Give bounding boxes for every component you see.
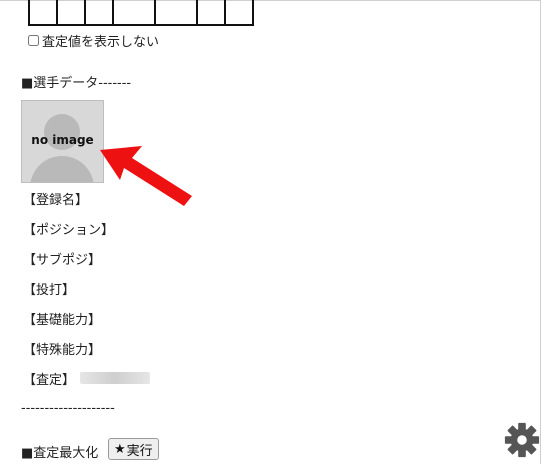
field-special-ability: 【特殊能力】 — [23, 343, 102, 358]
execute-button-label: 実行 — [126, 443, 153, 459]
gear-icon[interactable] — [503, 420, 541, 460]
player-photo: no image — [21, 100, 104, 183]
field-position: 【ポジション】 — [23, 223, 115, 238]
table-cell — [84, 0, 114, 26]
rating-value-blurred — [80, 372, 150, 384]
table-cell — [196, 0, 226, 26]
hide-rating-checkbox[interactable] — [28, 35, 39, 46]
table-cell — [154, 0, 198, 26]
stats-table — [28, 0, 254, 26]
field-basic-ability: 【基礎能力】 — [23, 313, 102, 328]
maximize-rating-label: ■査定最大化 — [21, 446, 99, 461]
section-divider: -------------------- — [21, 401, 115, 416]
hide-rating-option[interactable]: 査定値を表示しない — [28, 31, 159, 50]
hide-rating-label: 査定値を表示しない — [42, 35, 160, 50]
table-cell — [224, 0, 254, 26]
field-throw-bat: 【投打】 — [23, 283, 76, 298]
red-arrow-icon — [100, 146, 192, 206]
no-image-text: no image — [31, 133, 94, 147]
star-icon: ★ — [114, 441, 126, 457]
table-cell — [28, 0, 58, 26]
field-registered-name: 【登録名】 — [23, 193, 89, 208]
table-cell — [112, 0, 156, 26]
table-cell — [56, 0, 86, 26]
table-row — [28, 0, 254, 26]
avatar-shoulders — [30, 156, 94, 182]
execute-button[interactable]: ★ 実行 — [108, 438, 159, 460]
field-sub-position: 【サブポジ】 — [23, 253, 102, 268]
player-data-header: ■選手データ------- — [21, 76, 132, 91]
field-rating: 【査定】 — [23, 373, 76, 388]
